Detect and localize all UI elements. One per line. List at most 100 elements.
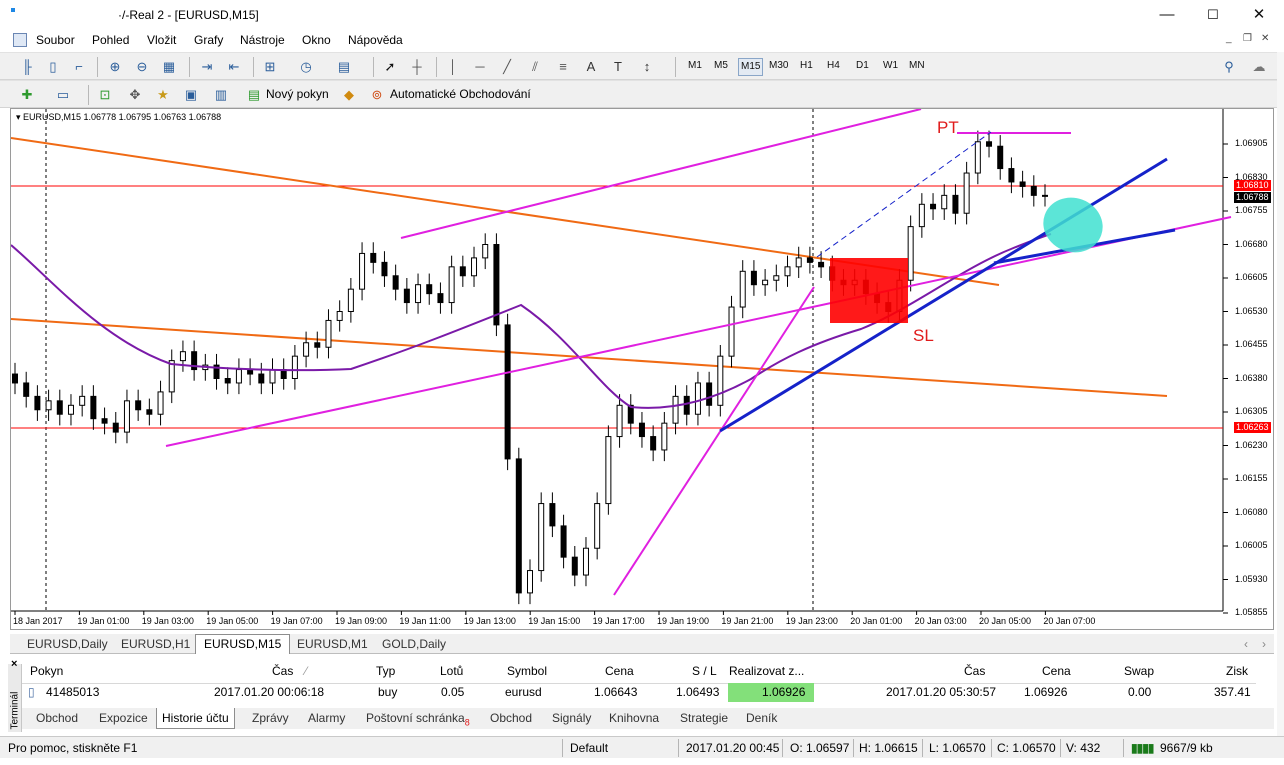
new-chart-icon[interactable]: ✚ — [18, 86, 36, 104]
market-watch-icon[interactable]: ⊡ — [96, 86, 114, 104]
tab-journal[interactable]: Deník — [746, 711, 777, 725]
tab-alerts[interactable]: Alarmy — [308, 711, 345, 725]
magenta-trendline — [613, 286, 815, 596]
equidistant-channel-icon[interactable]: ⫽ — [526, 58, 544, 76]
tab-signals[interactable]: Signály — [552, 711, 591, 725]
chart-tab-eurusd-daily[interactable]: EURUSD,Daily — [27, 637, 108, 651]
status-profile: Default — [570, 741, 609, 755]
tab-market[interactable]: Obchod — [490, 711, 532, 725]
col-type[interactable]: Typ — [376, 664, 395, 678]
connection-bars-icon[interactable]: ▮▮▮▮ — [1131, 741, 1154, 755]
vertical-line-icon[interactable]: │ — [444, 58, 462, 76]
col-sl[interactable]: S / L — [692, 664, 717, 678]
tabs-left-arrow-icon[interactable]: ‹ — [1244, 637, 1248, 651]
mdi-minimize-icon[interactable]: _ — [1226, 33, 1232, 44]
maximize-button[interactable]: ☐ — [1190, 0, 1236, 30]
menu-window[interactable]: Okno — [302, 33, 331, 47]
zoom-in-icon[interactable]: ⊕ — [106, 58, 124, 76]
col-symbol[interactable]: Symbol — [507, 664, 547, 678]
auto-trading-icon[interactable]: ⊚ — [368, 86, 386, 104]
menu-help[interactable]: Nápověda — [348, 33, 403, 47]
new-order-icon[interactable]: ▤ — [245, 86, 263, 104]
bear-candle — [952, 194, 959, 214]
strategy-tester-icon[interactable]: ▥ — [212, 86, 230, 104]
candles-icon[interactable]: ▯ — [44, 58, 62, 76]
tab-account-history[interactable]: Historie účtu — [156, 708, 235, 729]
minimize-button[interactable]: — — [1144, 0, 1190, 30]
profiles-icon[interactable]: ▭ — [54, 86, 72, 104]
chart-tab-eurusd-h1[interactable]: EURUSD,H1 — [121, 637, 190, 651]
tf-m1[interactable]: M1 — [688, 60, 702, 71]
templates-icon[interactable]: ▤ — [335, 58, 353, 76]
metaeditor-icon[interactable]: ◆ — [340, 86, 358, 104]
auto-trading-button[interactable]: Automatické Obchodování — [390, 87, 531, 101]
fibonacci-icon[interactable]: ≡ — [554, 58, 572, 76]
row-order[interactable]: 41485013 — [46, 685, 99, 699]
menu-charts[interactable]: Grafy — [194, 33, 223, 47]
tab-exposure[interactable]: Expozice — [99, 711, 148, 725]
tf-h4[interactable]: H4 — [827, 60, 840, 71]
col-price[interactable]: Cena — [605, 664, 634, 678]
menu-view[interactable]: Pohled — [92, 33, 129, 47]
periods-icon[interactable]: ◷ — [297, 58, 315, 76]
col-time[interactable]: Čas — [272, 664, 293, 678]
col-lots[interactable]: Lotů — [440, 664, 463, 678]
autoscroll-icon[interactable]: ⇥ — [198, 58, 216, 76]
tf-d1[interactable]: D1 — [856, 60, 869, 71]
new-order-button[interactable]: Nový pokyn — [266, 87, 329, 101]
tab-mailbox[interactable]: Poštovní schránka8 — [366, 711, 470, 727]
bull-candle — [728, 306, 735, 357]
x-tick-label: 19 Jan 07:00 — [270, 616, 323, 626]
horizontal-line-icon[interactable]: ─ — [471, 58, 489, 76]
tf-m5[interactable]: M5 — [714, 60, 728, 71]
col-close-price[interactable]: Cena — [1042, 664, 1071, 678]
zoom-out-icon[interactable]: ⊖ — [133, 58, 151, 76]
col-close-time[interactable]: Čas — [964, 664, 985, 678]
terminal-tabs: Obchod Expozice Historie účtu Zprávy Ala… — [22, 708, 1274, 729]
col-profit[interactable]: Zisk — [1226, 664, 1248, 678]
col-tp[interactable]: Realizovat z... — [729, 664, 804, 678]
cursor-icon[interactable]: ➚ — [381, 58, 399, 76]
menu-tools[interactable]: Nástroje — [240, 33, 285, 47]
bar-chart-icon[interactable]: ╟ — [18, 58, 36, 76]
tab-library[interactable]: Knihovna — [609, 711, 659, 725]
terminal-icon[interactable]: ▣ — [182, 86, 200, 104]
menu-insert[interactable]: Vložit — [147, 33, 176, 47]
mdi-close-icon[interactable]: ✕ — [1261, 33, 1269, 44]
chart-tab-eurusd-m15[interactable]: EURUSD,M15 — [195, 634, 291, 654]
col-order[interactable]: Pokyn — [30, 664, 63, 678]
chart-tab-gold-daily[interactable]: GOLD,Daily — [382, 637, 446, 651]
tab-experts[interactable]: Strategie — [680, 711, 728, 725]
terminal-close-icon[interactable]: × — [11, 658, 17, 670]
text-label-icon[interactable]: T — [609, 58, 627, 76]
menu-file[interactable]: Soubor — [36, 33, 75, 47]
close-button[interactable]: ✕ — [1236, 0, 1282, 30]
chart-shift-icon[interactable]: ⇤ — [225, 58, 243, 76]
price-chart[interactable] — [11, 109, 1273, 629]
tf-w1[interactable]: W1 — [883, 60, 898, 71]
chart-window[interactable]: ▾ EURUSD,M15 1.06778 1.06795 1.06763 1.0… — [10, 108, 1274, 630]
tabs-right-arrow-icon[interactable]: › — [1262, 637, 1266, 651]
tf-m30[interactable]: M30 — [769, 60, 788, 71]
data-window-icon[interactable]: ✥ — [126, 86, 144, 104]
tf-mn[interactable]: MN — [909, 60, 925, 71]
crosshair-icon[interactable]: ┼ — [408, 58, 426, 76]
indicators-icon[interactable]: ⊞ — [261, 58, 279, 76]
tab-news[interactable]: Zprávy — [252, 711, 289, 725]
tf-h1[interactable]: H1 — [800, 60, 813, 71]
search-icon[interactable]: ⚲ — [1220, 58, 1238, 76]
col-swap[interactable]: Swap — [1124, 664, 1154, 678]
tf-m15[interactable]: M15 — [738, 58, 764, 76]
tile-windows-icon[interactable]: ▦ — [160, 58, 178, 76]
line-chart-icon[interactable]: ⌐ — [70, 58, 88, 76]
trendline-icon[interactable]: ╱ — [498, 58, 516, 76]
right-scrollbar[interactable] — [1277, 52, 1284, 736]
arrows-icon[interactable]: ↕ — [638, 58, 656, 76]
bull-candle — [773, 275, 780, 281]
navigator-icon[interactable]: ★ — [154, 86, 172, 104]
text-icon[interactable]: A — [582, 58, 600, 76]
chat-icon[interactable]: ☁ — [1250, 58, 1268, 76]
mdi-restore-icon[interactable]: ❐ — [1243, 33, 1252, 44]
chart-tab-eurusd-m1[interactable]: EURUSD,M1 — [297, 637, 368, 651]
tab-trade[interactable]: Obchod — [36, 711, 78, 725]
